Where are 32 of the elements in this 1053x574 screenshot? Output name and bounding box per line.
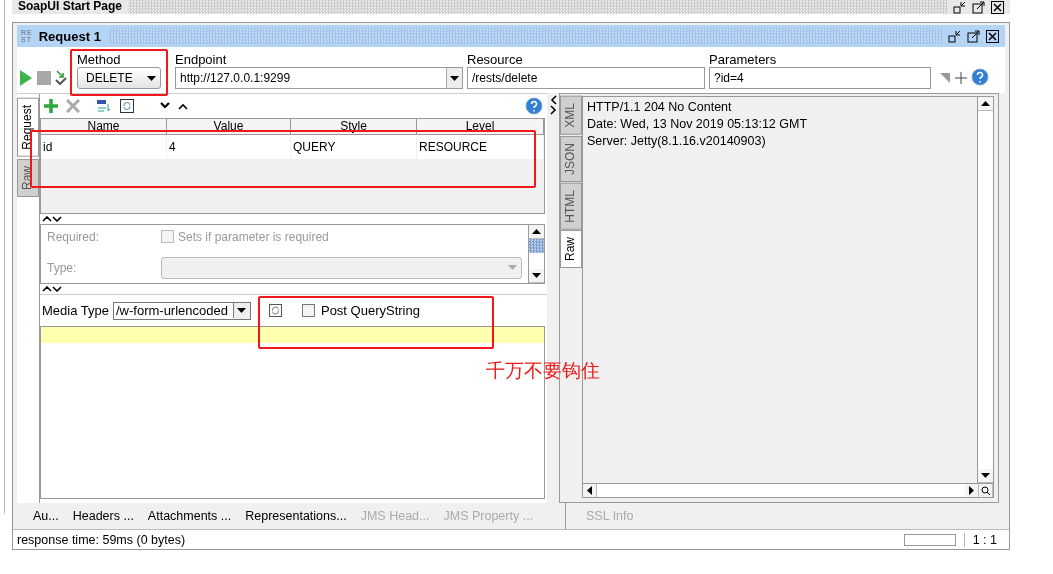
response-tab[interactable]: JSON [560,135,582,182]
field-label: Parameters [709,52,778,67]
tab[interactable]: SoapUI Start Page [12,0,129,14]
request-tab[interactable]: Au... [33,509,59,523]
field-label: Type: [47,260,78,275]
field-label: Required: [47,229,101,244]
table-cell: id [41,135,167,159]
media-type-dropdown[interactable]: /w-form-urlencoded [112,301,251,320]
endpoint-field[interactable]: http://127.0.0.1:9299 [175,67,463,89]
field-label: Media Type [42,303,109,318]
table-cell: QUERY [291,135,417,159]
field-label: Endpoint [175,52,228,67]
response-tab[interactable]: Raw [560,230,582,269]
annotation-note: 千万不要钩住 [486,358,600,383]
parameters-field[interactable]: ?id=4 [709,67,931,89]
resource-field[interactable]: /rests/delete [467,67,705,89]
field-label: Resource [467,52,524,67]
request-tab[interactable]: Request [17,98,39,157]
cursor-position: 1 : 1 [963,532,1005,547]
response-tab[interactable]: XML [560,96,582,135]
response-tab[interactable]: HTML [560,182,582,230]
field-label: Method [77,52,122,67]
table-cell: 4 [167,135,291,159]
response-text: HTTP/1.1 204 No Content Date: Wed, 13 Nov 2019 05:13:12 GMT Server: Jetty(8.1.16.v20140903) [586,99,809,150]
request-tab[interactable]: Representations... [245,509,347,523]
status-text: response time: 59ms (0 bytes) [17,532,187,547]
request-tab[interactable]: Headers ... [72,509,134,523]
checkbox-label: Post QueryString [320,303,420,318]
request-tab[interactable]: Attachments ... [147,509,232,523]
table-cell: RESOURCE [417,135,544,159]
method-dropdown[interactable]: DELETE [77,67,161,89]
checkbox-label: Sets if parameter is required [178,229,329,244]
